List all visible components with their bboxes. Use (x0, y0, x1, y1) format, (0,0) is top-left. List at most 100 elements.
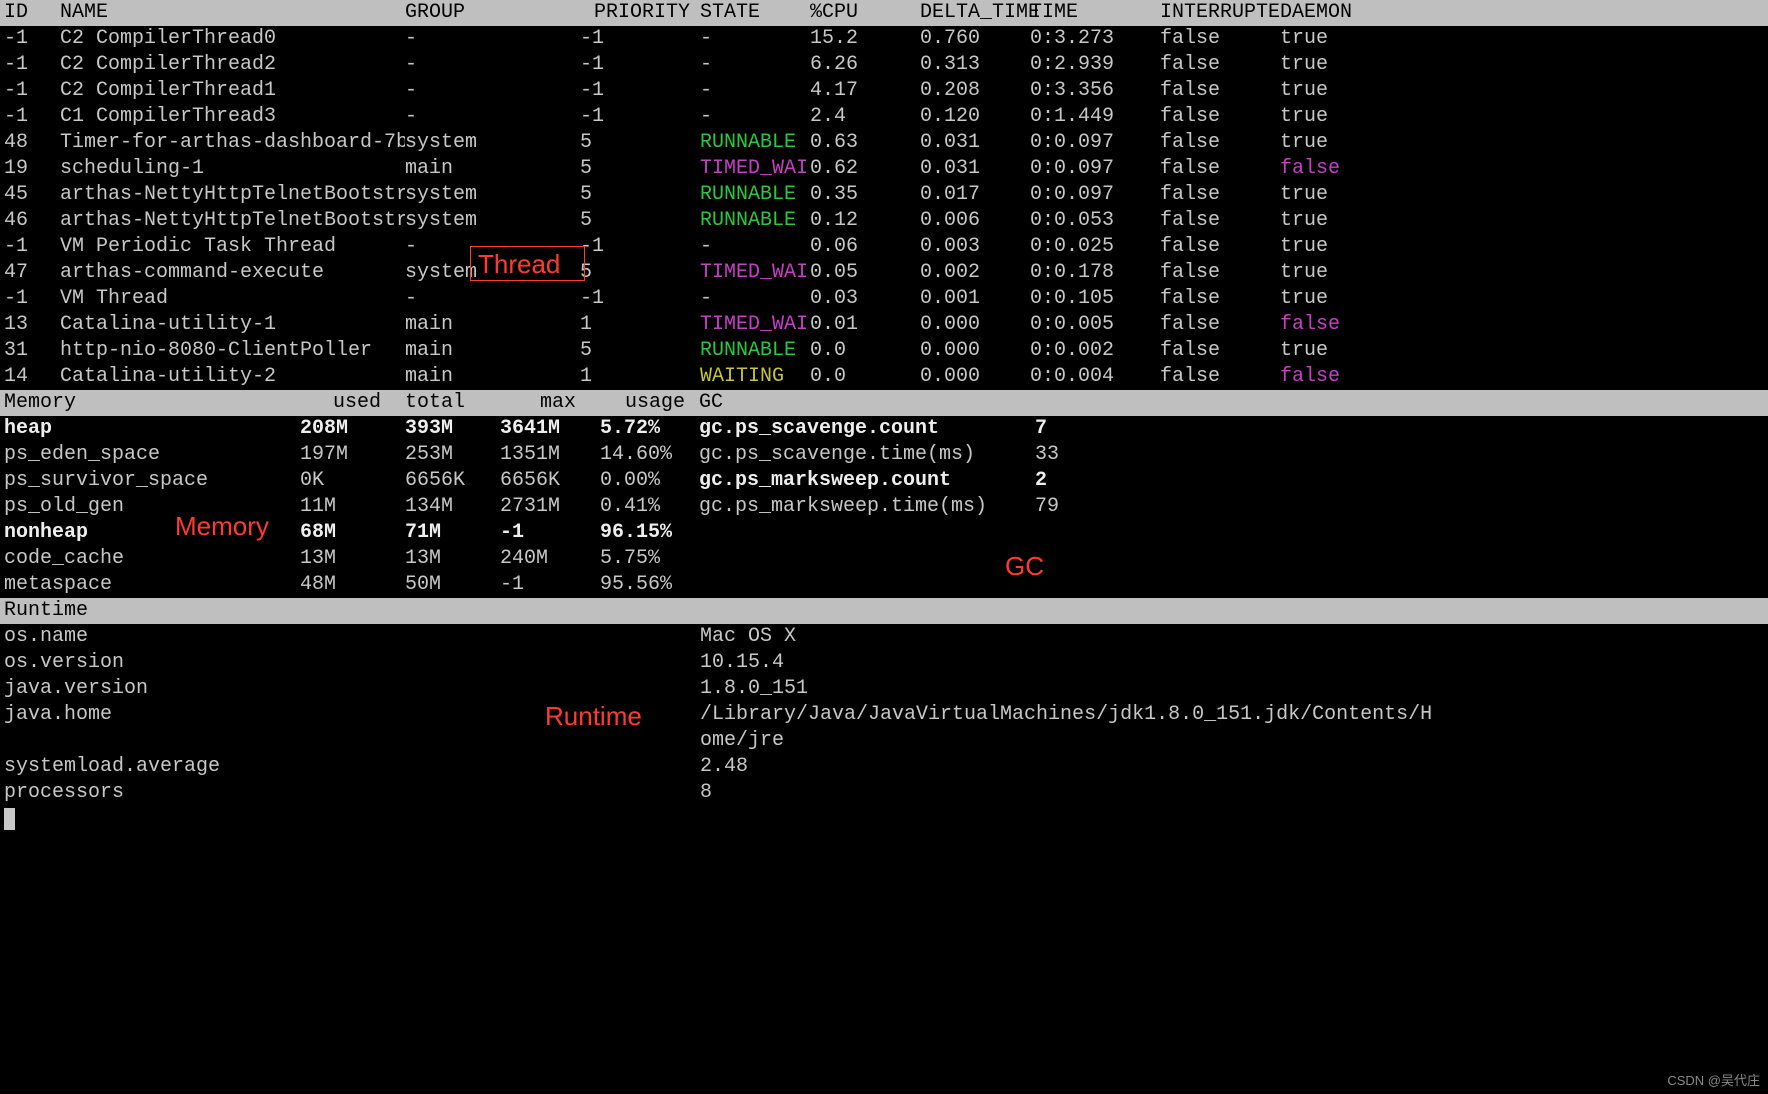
cell-time: 0:0.025 (1030, 234, 1160, 260)
cell-intr: false (1160, 130, 1280, 156)
mem-total: 393M (405, 416, 500, 442)
runtime-row: java.version1.8.0_151 (0, 676, 1768, 702)
cell-time: 0:0.053 (1030, 208, 1160, 234)
mem-total: 134M (405, 494, 500, 520)
cell-state: - (700, 52, 810, 78)
cell-id: 13 (0, 312, 60, 338)
runtime-row: ome/jre (0, 728, 1768, 754)
cell-daemon: true (1280, 130, 1380, 156)
cell-delta: 0.031 (920, 130, 1030, 156)
mem-used: 13M (300, 546, 405, 572)
mem-usage: 0.00% (600, 468, 695, 494)
cell-id: -1 (0, 78, 60, 104)
mem-usage: 0.41% (600, 494, 695, 520)
rt-key: systemload.average (0, 754, 700, 780)
cell-delta: 0.000 (920, 338, 1030, 364)
col-cpu: %CPU (810, 0, 920, 26)
memory-gc-table: heap208M393M3641M5.72%gc.ps_scavenge.cou… (0, 416, 1768, 598)
cell-daemon: true (1280, 52, 1380, 78)
cell-prio: -1 (580, 234, 700, 260)
cell-prio: 5 (580, 156, 700, 182)
cell-intr: false (1160, 26, 1280, 52)
mem-col-used: used (300, 390, 405, 416)
watermark: CSDN @吴代庄 (1667, 1073, 1760, 1090)
mem-usage: 96.15% (600, 520, 695, 546)
cell-delta: 0.017 (920, 182, 1030, 208)
mem-col-name: Memory (0, 390, 300, 416)
cell-name: arthas-command-execute (60, 260, 405, 286)
mem-max: 240M (500, 546, 600, 572)
cell-state: - (700, 286, 810, 312)
cell-intr: false (1160, 208, 1280, 234)
cursor (0, 806, 1768, 839)
cell-state: - (700, 234, 810, 260)
mem-used: 208M (300, 416, 405, 442)
cell-time: 0:0.004 (1030, 364, 1160, 390)
cell-name: C2 CompilerThread2 (60, 52, 405, 78)
cell-group: system (405, 182, 580, 208)
rt-key: processors (0, 780, 700, 806)
mem-col-usage: usage (600, 390, 695, 416)
cell-prio: 5 (580, 338, 700, 364)
col-group: GROUP (405, 0, 580, 26)
cell-id: 19 (0, 156, 60, 182)
cell-intr: false (1160, 338, 1280, 364)
cell-id: -1 (0, 234, 60, 260)
cell-time: 0:1.449 (1030, 104, 1160, 130)
thread-row: 47arthas-command-executesystem5TIMED_WAI… (0, 260, 1768, 286)
mem-name: ps_old_gen (0, 494, 300, 520)
cell-delta: 0.000 (920, 312, 1030, 338)
rt-val: ome/jre (700, 728, 1768, 754)
mem-total: 6656K (405, 468, 500, 494)
cell-id: -1 (0, 104, 60, 130)
cell-daemon: true (1280, 78, 1380, 104)
cell-state: RUNNABLE (700, 208, 810, 234)
mem-name: metaspace (0, 572, 300, 598)
cell-name: C1 CompilerThread3 (60, 104, 405, 130)
cell-group: system (405, 260, 580, 286)
cell-cpu: 2.4 (810, 104, 920, 130)
mem-usage: 5.75% (600, 546, 695, 572)
cell-state: - (700, 26, 810, 52)
thread-row: 19scheduling-1main5TIMED_WAI0.620.0310:0… (0, 156, 1768, 182)
cell-prio: -1 (580, 78, 700, 104)
cell-state: - (700, 104, 810, 130)
thread-row: -1C1 CompilerThread3--1-2.40.1200:1.449f… (0, 104, 1768, 130)
cell-daemon: false (1280, 156, 1380, 182)
mem-gc-row: metaspace48M50M-195.56% (0, 572, 1768, 598)
cell-intr: false (1160, 364, 1280, 390)
cell-group: - (405, 52, 580, 78)
thread-row: -1C2 CompilerThread2--1-6.260.3130:2.939… (0, 52, 1768, 78)
thread-row: 46arthas-NettyHttpTelnetBootstrasystem5R… (0, 208, 1768, 234)
cell-time: 0:0.002 (1030, 338, 1160, 364)
cell-state: RUNNABLE (700, 338, 810, 364)
cell-state: TIMED_WAI (700, 312, 810, 338)
cell-prio: 5 (580, 260, 700, 286)
cell-daemon: true (1280, 208, 1380, 234)
runtime-row: processors8 (0, 780, 1768, 806)
cell-prio: 1 (580, 312, 700, 338)
mem-name: nonheap (0, 520, 300, 546)
cell-delta: 0.002 (920, 260, 1030, 286)
gc-name: gc.ps_scavenge.time(ms) (695, 442, 1035, 468)
cell-group: main (405, 312, 580, 338)
gc-name: gc.ps_scavenge.count (695, 416, 1035, 442)
mem-gc-row: nonheap68M71M-196.15% (0, 520, 1768, 546)
cell-name: arthas-NettyHttpTelnetBootstra (60, 182, 405, 208)
col-time: TIME (1030, 0, 1160, 26)
cell-name: http-nio-8080-ClientPoller (60, 338, 405, 364)
cell-group: - (405, 104, 580, 130)
mem-total: 253M (405, 442, 500, 468)
mem-used: 197M (300, 442, 405, 468)
cell-daemon: true (1280, 338, 1380, 364)
mem-max: 6656K (500, 468, 600, 494)
cell-state: RUNNABLE (700, 182, 810, 208)
mem-total: 71M (405, 520, 500, 546)
runtime-row: os.nameMac OS X (0, 624, 1768, 650)
mem-name: code_cache (0, 546, 300, 572)
mem-usage: 5.72% (600, 416, 695, 442)
cell-name: arthas-NettyHttpTelnetBootstra (60, 208, 405, 234)
cell-group: system (405, 130, 580, 156)
cell-intr: false (1160, 182, 1280, 208)
runtime-row: os.version10.15.4 (0, 650, 1768, 676)
